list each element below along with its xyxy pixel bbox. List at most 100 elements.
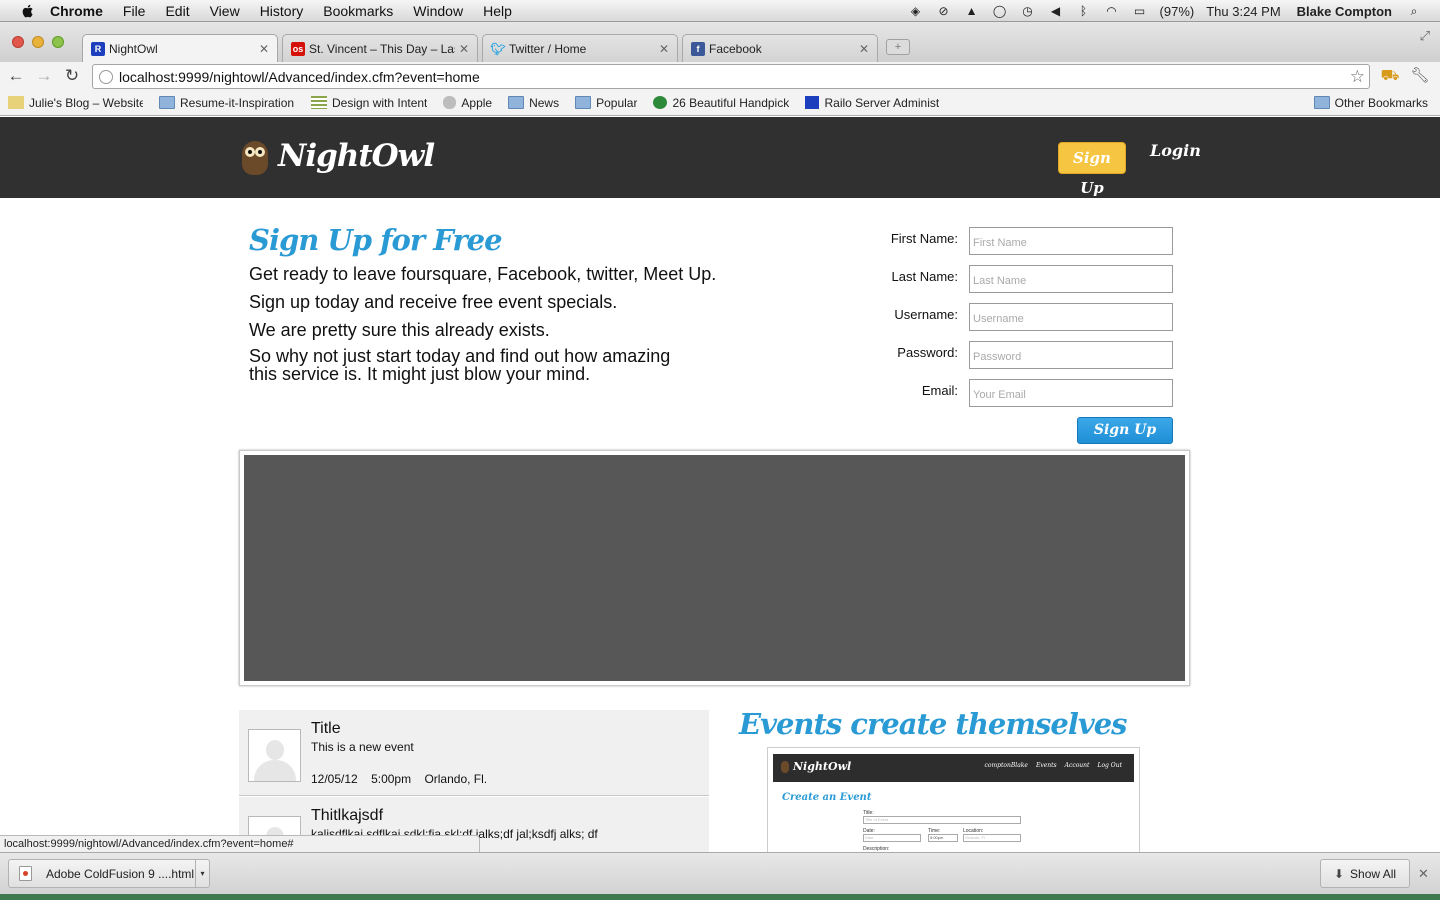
bluetooth-icon[interactable]: ᛒ — [1076, 4, 1092, 18]
window-zoom-button[interactable] — [52, 36, 64, 48]
menu-view[interactable]: View — [210, 3, 240, 19]
menu-file[interactable]: File — [123, 3, 146, 19]
media-placeholder[interactable] — [244, 455, 1185, 681]
lastfm-favicon-icon: os — [291, 41, 305, 56]
pitch-line: We are pretty sure this already exists. — [249, 320, 550, 340]
spotlight-search-icon[interactable]: ⌕ — [1406, 4, 1422, 18]
wrench-icon[interactable]: 🔧︎ — [1410, 66, 1430, 86]
header-signup-button[interactable]: Sign Up — [1058, 142, 1126, 197]
menu-help[interactable]: Help — [483, 3, 512, 19]
window-close-button[interactable] — [12, 36, 24, 48]
stumbleupon-icon — [653, 96, 668, 109]
event-item[interactable]: Title This is a new event 12/05/12 5:00p… — [239, 710, 709, 796]
download-menu-button[interactable]: ▾ — [195, 860, 209, 887]
browser-tab-strip: R NightOwl ✕ os St. Vincent – This Day –… — [0, 22, 1440, 63]
bookmark-folder-resume[interactable]: Resume-it-Inspiration — [159, 96, 295, 110]
menu-app-name[interactable]: Chrome — [50, 3, 103, 19]
tab-label: NightOwl — [109, 42, 158, 56]
username-label: Username: — [894, 307, 958, 322]
folder-icon — [159, 96, 175, 109]
bookmark-star-icon[interactable]: ☆ — [1350, 67, 1365, 87]
preview-nav-item: Events — [1035, 762, 1057, 769]
bookmark-railo-admin[interactable]: Railo Server Administrator — [805, 96, 939, 110]
preview-nav-item: Log Out — [1097, 762, 1122, 769]
volume-icon[interactable]: ◀ — [1048, 4, 1064, 18]
bookmark-favicon-icon — [8, 96, 24, 109]
tab-twitter[interactable]: 🐦︎ Twitter / Home ✕ — [482, 34, 678, 62]
time-machine-icon[interactable]: ◷ — [1020, 4, 1036, 18]
signup-heading: Sign Up for Free — [249, 223, 503, 257]
tab-label: Facebook — [709, 41, 762, 56]
preview-time-input: 5:00pm — [928, 834, 958, 842]
menu-bookmarks[interactable]: Bookmarks — [323, 3, 393, 19]
extension-icon[interactable]: ⛟ — [1380, 66, 1400, 86]
bookmark-folder-news[interactable]: News — [508, 96, 559, 110]
bookmark-label: Resume-it-Inspiration — [180, 95, 295, 110]
apple-icon[interactable] — [20, 3, 36, 19]
wifi-icon[interactable]: ◠ — [1104, 4, 1120, 18]
tab-close-icon[interactable]: ✕ — [859, 42, 869, 56]
signup-submit-button[interactable]: Sign Up — [1077, 417, 1173, 444]
bookmark-stumbleupon[interactable]: 26 Beautiful Handpicked — [653, 96, 789, 110]
username-input[interactable] — [969, 303, 1173, 331]
create-event-preview: NightOwl comptonBlake Events Account Log… — [767, 747, 1140, 852]
forward-button[interactable]: → — [34, 66, 54, 86]
download-item[interactable]: Adobe ColdFusion 9 ....html ▾ — [8, 859, 210, 888]
email-input[interactable] — [969, 379, 1173, 407]
bookmark-other-bookmarks[interactable]: Other Bookmarks — [1313, 96, 1428, 110]
event-avatar-icon — [248, 729, 301, 782]
bookmark-folder-popular[interactable]: Popular — [575, 96, 637, 110]
header-login-link[interactable]: Login — [1150, 141, 1201, 160]
tab-facebook[interactable]: f Facebook ✕ — [682, 34, 878, 62]
bookmark-apple[interactable]: Apple — [443, 96, 492, 110]
close-shelf-icon[interactable]: ✕ — [1418, 866, 1429, 882]
back-button[interactable]: ← — [6, 66, 26, 86]
lines-icon — [311, 96, 327, 109]
tab-label: Twitter / Home — [509, 41, 587, 56]
tab-lastfm[interactable]: os St. Vincent – This Day – Last ✕ — [282, 34, 478, 62]
window-minimize-button[interactable] — [32, 36, 44, 48]
battery-icon[interactable]: ▭ — [1132, 4, 1148, 18]
bookmark-label: Popular — [596, 95, 638, 110]
tab-close-icon[interactable]: ✕ — [459, 42, 469, 56]
chat-icon[interactable]: ◯ — [992, 4, 1008, 18]
tab-close-icon[interactable]: ✕ — [659, 42, 669, 56]
new-tab-button[interactable]: + — [886, 39, 910, 55]
site-header: NightOwl Sign Up Login — [0, 117, 1440, 198]
hat-icon[interactable]: ▲ — [964, 4, 980, 18]
last-name-input[interactable] — [969, 265, 1173, 293]
username-row: Username: — [860, 301, 1180, 331]
first-name-input[interactable] — [969, 227, 1173, 255]
bookmark-julies-blog[interactable]: Julie's Blog – Website — [8, 96, 143, 110]
last-name-row: Last Name: — [860, 263, 1180, 293]
page-info-icon[interactable] — [99, 69, 113, 84]
signup-pitch: Get ready to leave foursquare, Facebook,… — [249, 263, 729, 389]
tab-nightowl[interactable]: R NightOwl ✕ — [82, 34, 278, 63]
bookmark-label: Julie's Blog – Website — [29, 95, 143, 110]
facebook-favicon-icon: f — [691, 41, 705, 56]
fullscreen-icon[interactable]: ⤢ — [1420, 28, 1430, 44]
no-entry-icon[interactable]: ⊘ — [936, 4, 952, 18]
email-row: Email: — [860, 377, 1180, 407]
bookmark-label: 26 Beautiful Handpicked — [672, 95, 790, 110]
event-date: 12/05/12 — [311, 772, 358, 786]
event-list: Title This is a new event 12/05/12 5:00p… — [239, 710, 709, 852]
desktop-background — [0, 894, 1440, 900]
last-name-label: Last Name: — [891, 269, 958, 284]
menu-history[interactable]: History — [260, 3, 304, 19]
site-logo[interactable]: NightOwl — [240, 137, 435, 175]
address-bar[interactable]: localhost:9999/nightowl/Advanced/index.c… — [92, 64, 1370, 89]
menubar-clock[interactable]: Thu 3:24 PM — [1206, 4, 1280, 19]
menubar-user[interactable]: Blake Compton — [1297, 4, 1392, 19]
dropbox-icon[interactable]: ◈ — [908, 4, 924, 18]
reload-button[interactable]: ↻ — [62, 66, 82, 86]
menu-edit[interactable]: Edit — [165, 3, 189, 19]
menu-window[interactable]: Window — [413, 3, 463, 19]
password-input[interactable] — [969, 341, 1173, 369]
tab-close-icon[interactable]: ✕ — [259, 42, 269, 56]
events-promo-heading: Events create themselves — [739, 707, 1127, 741]
show-all-downloads-button[interactable]: ⬇ Show All — [1320, 859, 1410, 888]
bookmark-design-with-intent[interactable]: Design with Intent — [311, 96, 427, 110]
battery-percent: (97%) — [1159, 3, 1195, 19]
event-description: This is a new event — [311, 740, 414, 754]
